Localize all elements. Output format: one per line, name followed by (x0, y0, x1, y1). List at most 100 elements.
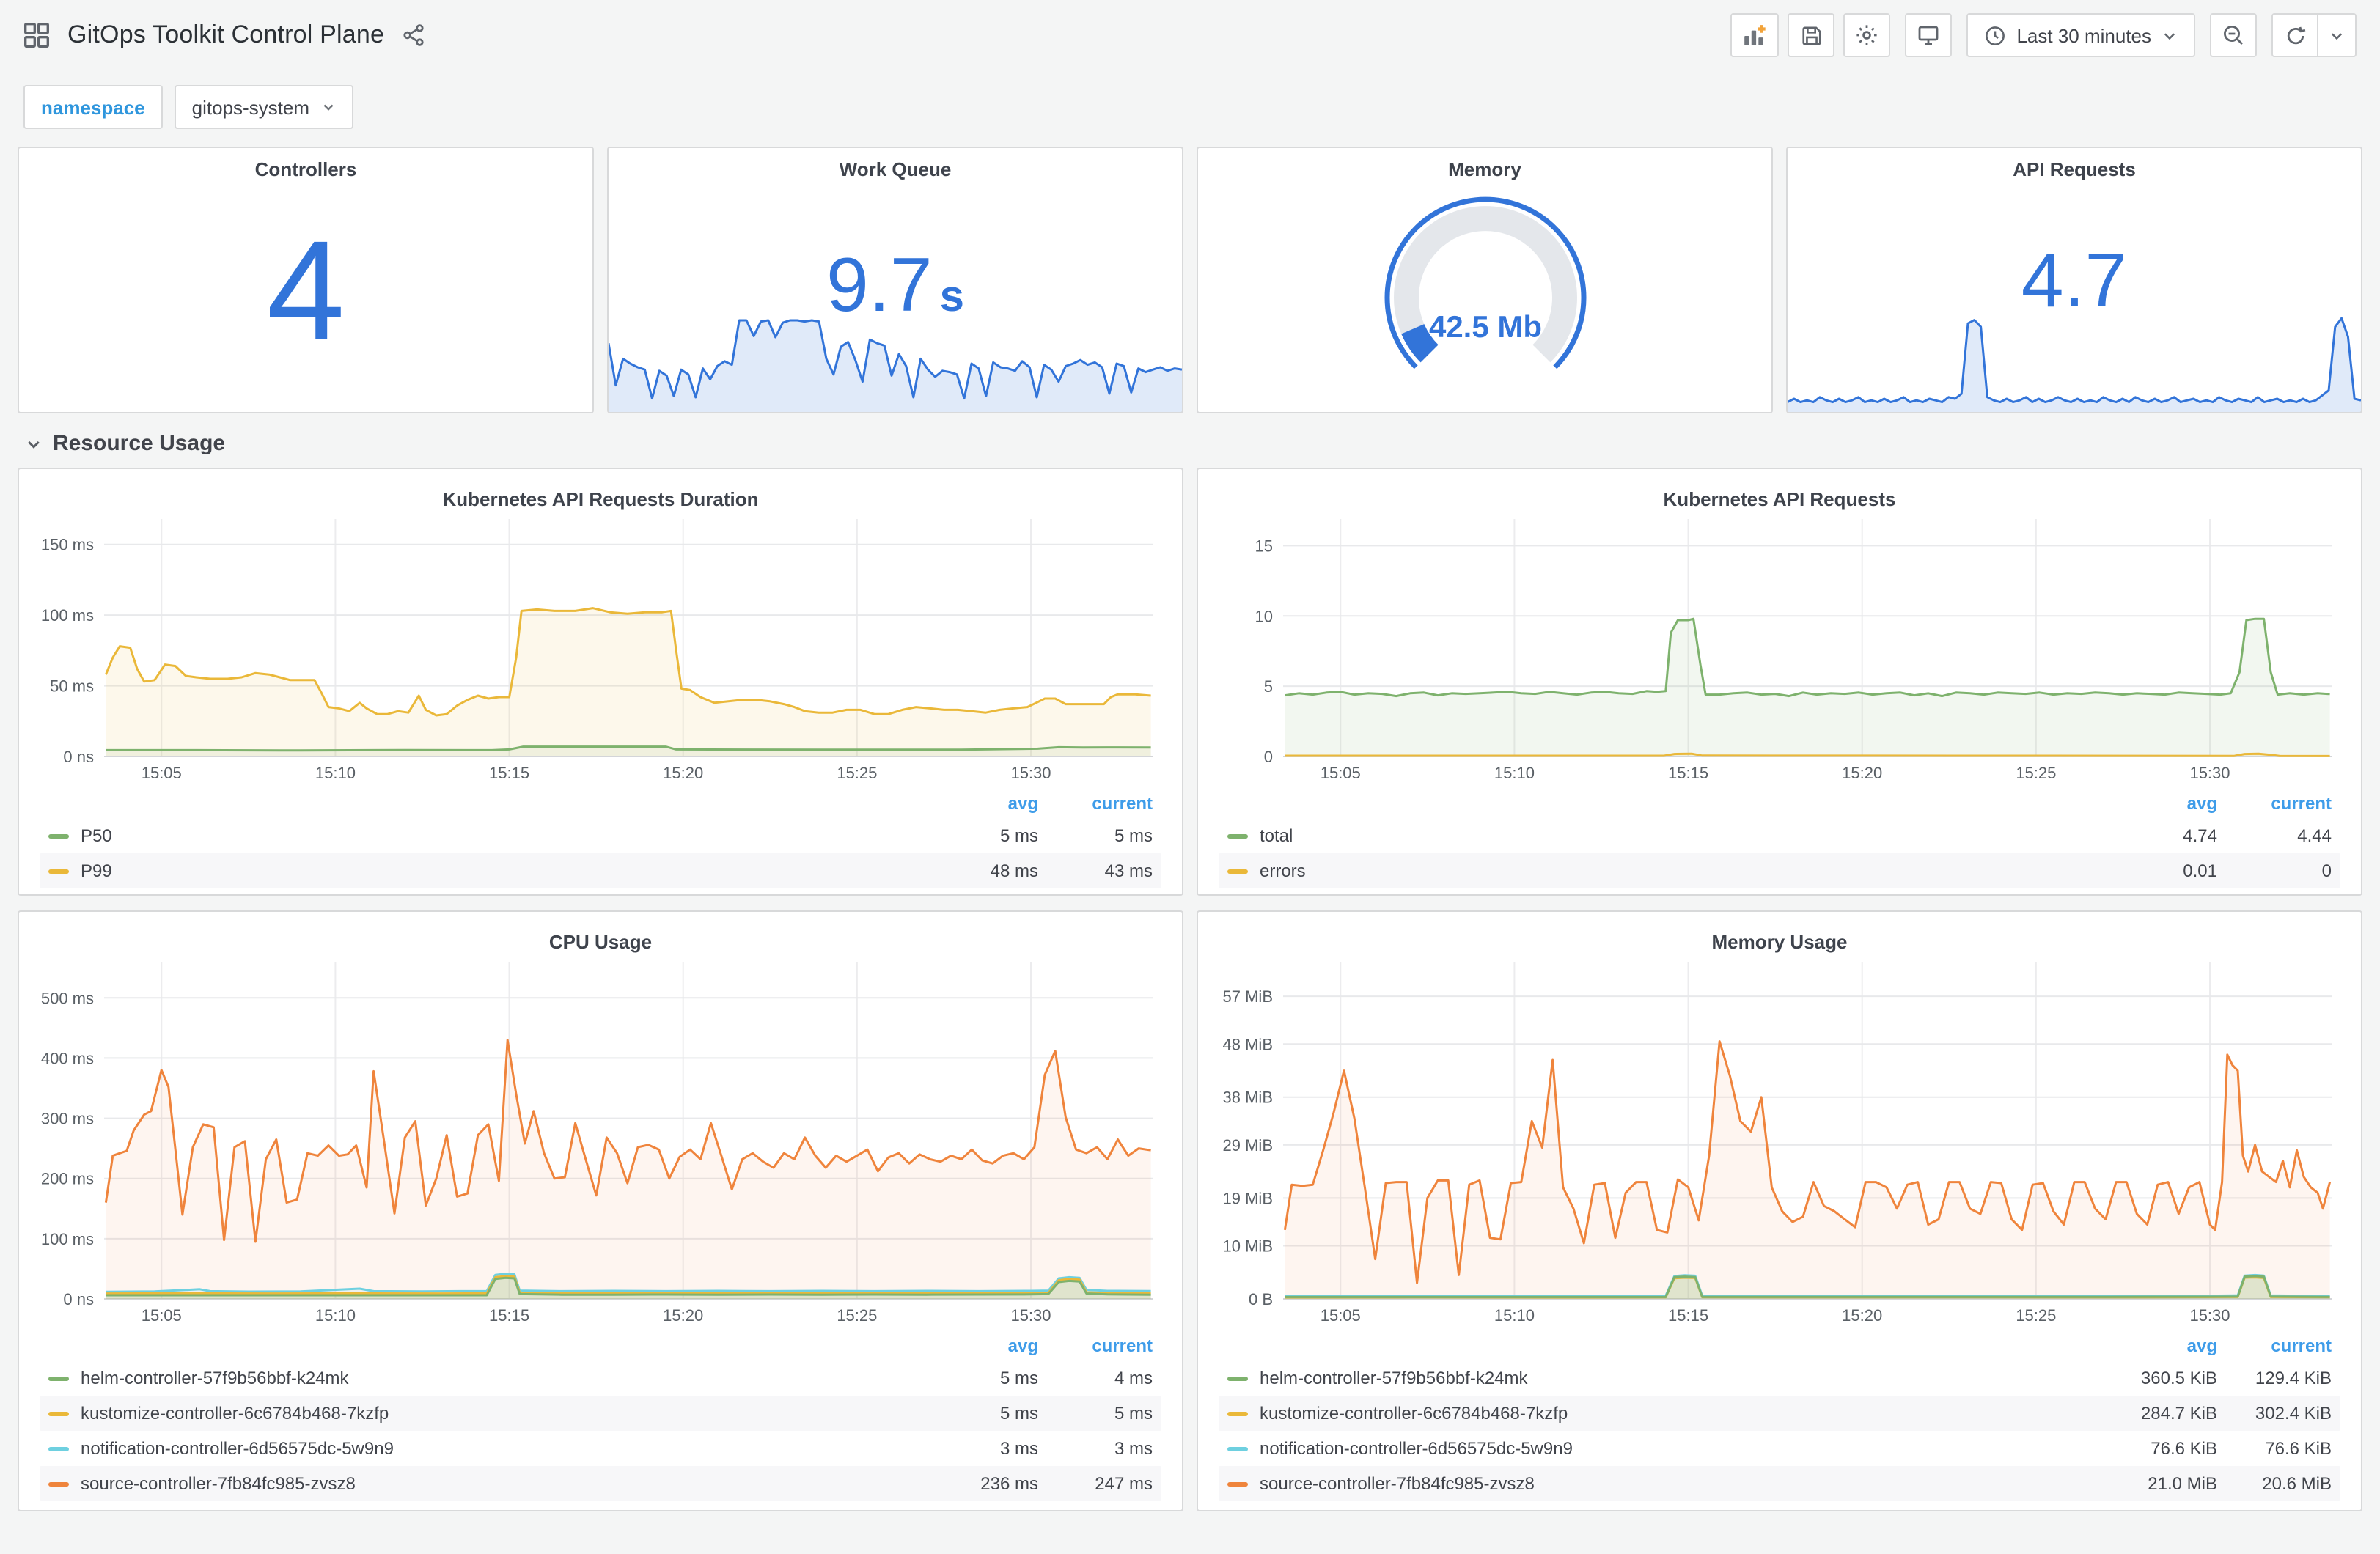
api-requests-sparkline[interactable] (1788, 315, 2361, 412)
memory-gauge[interactable]: 42.5 Mb (1198, 183, 1771, 388)
panel-title[interactable]: Kubernetes API Requests Duration (34, 478, 1167, 510)
legend-column-avg[interactable]: avg (2103, 793, 2217, 814)
panel-title[interactable]: Controllers (19, 148, 592, 180)
page-title[interactable]: GitOps Toolkit Control Plane (67, 21, 384, 50)
legend-row: kustomize-controller-6c6784b468-7kzfp 5 m… (40, 1396, 1161, 1431)
timeseries-svg: 15:05 15:10 15:15 15:20 15:25 15:30 0 ns 100 ms… (41, 962, 1153, 1325)
svg-text:0 ns: 0 ns (63, 748, 94, 766)
refresh-icon (2284, 24, 2306, 46)
stat-row: Controllers 4 Work Queue 9.7 s Memory 42.… (0, 147, 2380, 413)
legend-header: avg current (40, 789, 1161, 818)
svg-text:15:30: 15:30 (2189, 1306, 2230, 1325)
stat-panel-controllers: Controllers 4 (18, 147, 594, 413)
legend-series-name[interactable]: notification-controller-6d56575dc-5w9n9 (81, 1438, 924, 1459)
legend-current-value: 76.6 KiB (2265, 1438, 2332, 1459)
legend-current-value: 5 ms (1114, 1403, 1153, 1424)
legend-column-current[interactable]: current (1038, 1336, 1153, 1356)
legend-avg-value: 0.01 (2183, 861, 2217, 881)
panel-title[interactable]: Memory Usage (1213, 921, 2346, 953)
variable-value-dropdown[interactable]: gitops-system (174, 85, 354, 129)
svg-text:15:05: 15:05 (1321, 1306, 1361, 1325)
legend-series-name[interactable]: kustomize-controller-6c6784b468-7kzfp (81, 1403, 924, 1424)
legend-column-avg[interactable]: avg (924, 793, 1038, 814)
legend-series-color (1227, 833, 1248, 838)
svg-text:15:25: 15:25 (2016, 764, 2056, 782)
chart-panel-k8s-api-requests-duration: Kubernetes API Requests Duration 15:05 15… (18, 468, 1183, 896)
svg-text:15:25: 15:25 (2016, 1306, 2056, 1325)
dashboard-grid-icon[interactable] (23, 22, 50, 48)
svg-text:15:05: 15:05 (142, 1306, 182, 1325)
chart-legend: avg current helm-controller-57f9b56bbf-k24… (34, 1331, 1167, 1501)
legend-series-color (1227, 1411, 1248, 1415)
legend-series-name[interactable]: errors (1260, 861, 2103, 881)
timeseries-plot[interactable]: 15:05 15:10 15:15 15:20 15:25 15:30 0 ns 50 ms 1… (34, 510, 1167, 786)
svg-text:15:10: 15:10 (1494, 1306, 1535, 1325)
timeseries-plot[interactable]: 15:05 15:10 15:15 15:20 15:25 15:30 0 B 10 MiB 1… (1213, 953, 2346, 1328)
share-icon[interactable] (402, 23, 425, 47)
legend-series-name[interactable]: P50 (81, 825, 924, 846)
svg-text:10: 10 (1255, 607, 1273, 625)
gauge-value: 42.5 Mb (1428, 309, 1541, 344)
row-header-resource-usage[interactable]: Resource Usage (0, 413, 2380, 468)
legend-column-current[interactable]: current (1038, 793, 1153, 814)
panel-title[interactable]: API Requests (1788, 148, 2361, 180)
legend-column-current[interactable]: current (2217, 793, 2332, 814)
tv-mode-button[interactable] (1905, 13, 1953, 57)
legend-series-name[interactable]: P99 (81, 861, 924, 881)
panel-title[interactable]: Kubernetes API Requests (1213, 478, 2346, 510)
legend-current-value: 20.6 MiB (2262, 1473, 2332, 1494)
dashboard-settings-button[interactable] (1843, 13, 1891, 57)
legend-current-value: 4 ms (1114, 1368, 1153, 1388)
panel-title[interactable]: Memory (1198, 148, 1771, 180)
chevron-down-icon (321, 100, 336, 114)
legend-avg-value: 284.7 KiB (2140, 1403, 2217, 1424)
legend-series-color (1227, 1446, 1248, 1451)
add-panel-button[interactable] (1730, 13, 1780, 57)
save-dashboard-button[interactable] (1788, 13, 1835, 57)
legend-series-name[interactable]: helm-controller-57f9b56bbf-k24mk (81, 1368, 924, 1388)
refresh-interval-dropdown[interactable] (2318, 13, 2357, 57)
legend-current-value: 4.44 (2297, 825, 2332, 846)
charts-row-1: Kubernetes API Requests Duration 15:05 15… (0, 468, 2380, 896)
legend-series-name[interactable]: source-controller-7fb84fc985-zvsz8 (1260, 1473, 2103, 1494)
svg-text:15:05: 15:05 (1321, 764, 1361, 782)
chevron-down-icon (25, 435, 43, 452)
legend-column-current[interactable]: current (2217, 1336, 2332, 1356)
svg-text:100 ms: 100 ms (41, 606, 94, 625)
legend-current-value: 5 ms (1114, 825, 1153, 846)
svg-text:15:15: 15:15 (1668, 764, 1708, 782)
stat-value: 4 (266, 213, 345, 370)
svg-text:15:15: 15:15 (489, 764, 529, 782)
svg-text:15:15: 15:15 (489, 1306, 529, 1325)
legend-column-avg[interactable]: avg (924, 1336, 1038, 1356)
chart-legend: avg current P50 5 ms 5 ms P99 48 ms 43 ms (34, 789, 1167, 888)
time-range-picker[interactable]: Last 30 minutes (1966, 13, 2195, 57)
legend-avg-value: 236 ms (980, 1473, 1038, 1494)
legend-series-name[interactable]: notification-controller-6d56575dc-5w9n9 (1260, 1438, 2103, 1459)
stat-value: 9.7 s (826, 243, 964, 329)
zoom-out-button[interactable] (2210, 13, 2257, 57)
legend-series-name[interactable]: source-controller-7fb84fc985-zvsz8 (81, 1473, 924, 1494)
legend-series-name[interactable]: helm-controller-57f9b56bbf-k24mk (1260, 1368, 2103, 1388)
clock-icon (1984, 24, 2006, 46)
legend-series-name[interactable]: kustomize-controller-6c6784b468-7kzfp (1260, 1403, 2103, 1424)
timeseries-plot[interactable]: 15:05 15:10 15:15 15:20 15:25 15:30 0 ns 100 ms… (34, 953, 1167, 1328)
svg-text:100 ms: 100 ms (41, 1230, 94, 1248)
legend-series-name[interactable]: total (1260, 825, 2103, 846)
legend-row: helm-controller-57f9b56bbf-k24mk 360.5 Ki… (1219, 1360, 2340, 1396)
timeseries-plot[interactable]: 15:05 15:10 15:15 15:20 15:25 15:30 0 5 10 15 (1213, 510, 2346, 786)
legend-series-color (48, 1446, 69, 1451)
svg-text:50 ms: 50 ms (50, 677, 94, 696)
legend-row: errors 0.01 0 (1219, 853, 2340, 888)
panel-title[interactable]: Work Queue (609, 148, 1182, 180)
legend-current-value: 302.4 KiB (2255, 1403, 2332, 1424)
legend-column-avg[interactable]: avg (2103, 1336, 2217, 1356)
refresh-button[interactable] (2271, 13, 2318, 57)
monitor-icon (1917, 23, 1940, 47)
legend-series-color (1227, 1481, 1248, 1486)
panel-title[interactable]: CPU Usage (34, 921, 1167, 953)
svg-text:300 ms: 300 ms (41, 1110, 94, 1128)
add-panel-icon (1742, 23, 1767, 48)
svg-text:0: 0 (1264, 748, 1273, 766)
svg-text:500 ms: 500 ms (41, 989, 94, 1007)
